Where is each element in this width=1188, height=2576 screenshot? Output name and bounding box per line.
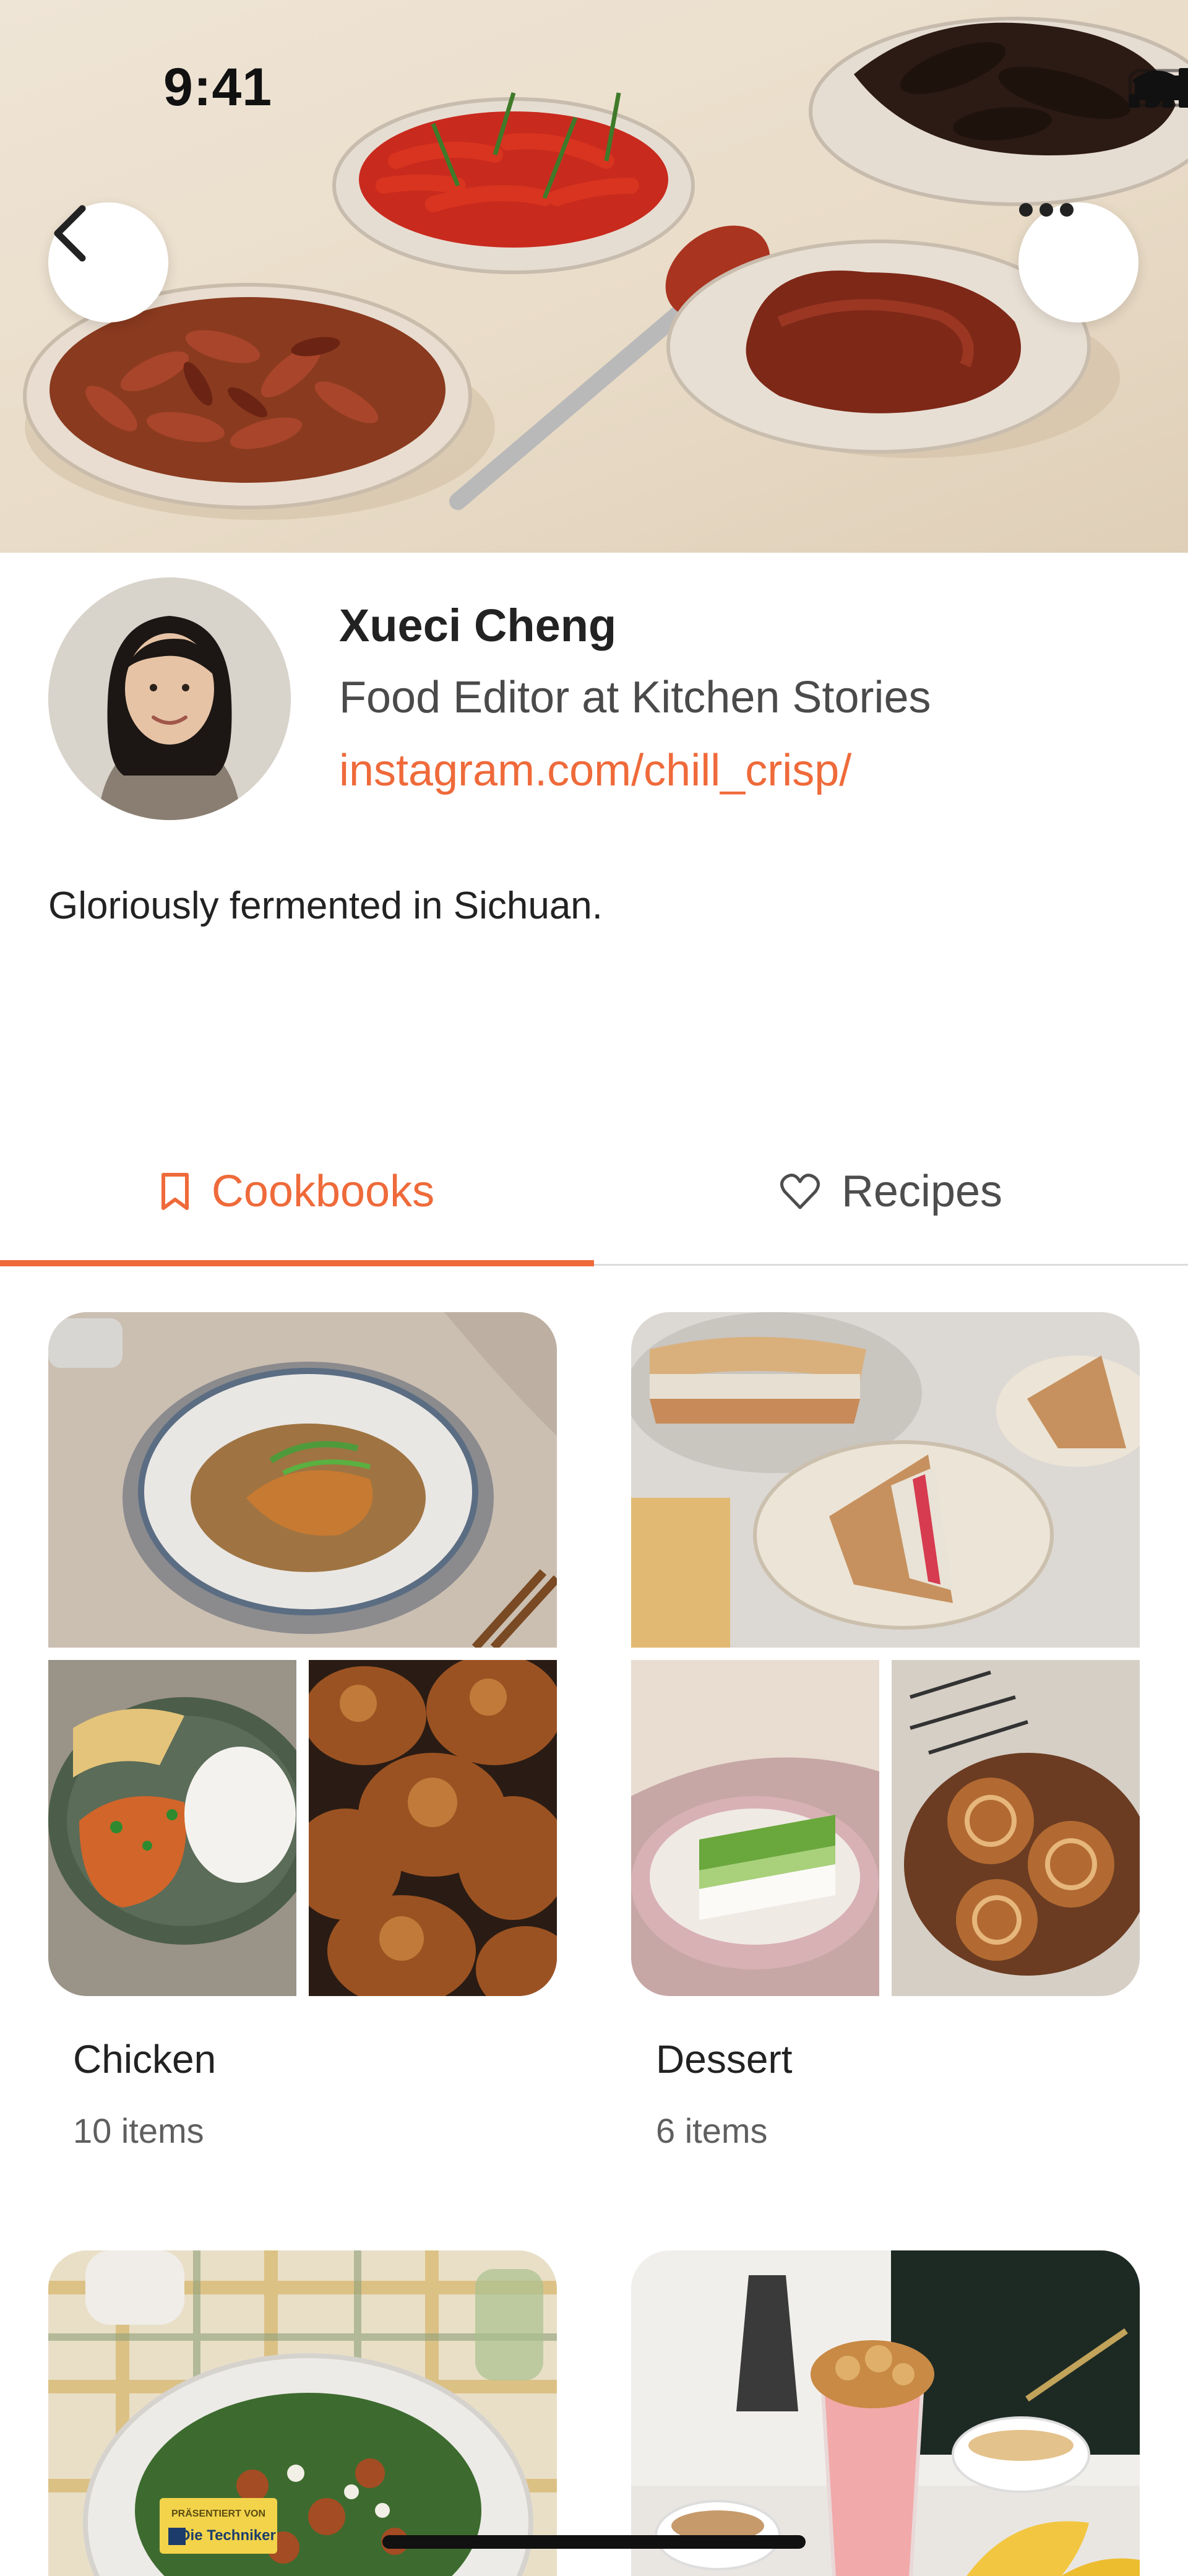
more-options-button[interactable] — [1018, 202, 1138, 322]
hero-image: 9:41 — [0, 0, 1188, 553]
avatar — [48, 577, 291, 820]
cookbook-image — [631, 1660, 879, 1996]
avatar-portrait — [48, 577, 291, 820]
cookbook-image — [48, 1312, 557, 1648]
back-button[interactable] — [48, 202, 168, 322]
chevron-left-icon — [54, 205, 86, 262]
cookbook-image — [892, 1660, 1140, 1996]
sponsor-badge-line1: PRÄSENTIERT VON — [171, 2508, 265, 2519]
cookbook-card-smoothie[interactable] — [631, 2250, 1140, 2576]
profile-name: Xueci Cheng — [339, 600, 617, 651]
cookbook-image — [309, 1660, 557, 1996]
ellipsis-icon — [1019, 203, 1074, 217]
cookbook-card-salad[interactable]: PRÄSENTIERT VON Die Techniker — [48, 2250, 557, 2576]
bookmark-icon — [161, 1173, 189, 1210]
profile-role: Food Editor at Kitchen Stories — [339, 673, 931, 722]
cookbook-image — [48, 1660, 296, 1996]
cookbook-item-count: 10 items — [73, 2111, 204, 2150]
tab-cookbooks-label: Cookbooks — [211, 1167, 435, 1216]
cookbook-card-dessert[interactable]: Dessert 6 items — [631, 1312, 1140, 2150]
cookbook-item-count: 6 items — [656, 2111, 768, 2150]
heart-icon — [780, 1173, 820, 1209]
status-time: 9:41 — [163, 58, 273, 117]
profile-instagram-link[interactable]: instagram.com/chill_crisp/ — [339, 745, 851, 796]
tab-recipes-label: Recipes — [841, 1167, 1003, 1216]
tab-recipes[interactable]: Recipes — [594, 1117, 1188, 1266]
battery-icon — [1129, 69, 1188, 107]
sponsor-badge-bg — [160, 2498, 277, 2554]
sponsor-badge-line2: Die Techniker — [179, 2527, 276, 2544]
cookbook-title: Chicken — [73, 2037, 217, 2081]
home-indicator — [382, 2535, 806, 2549]
cookbook-image — [631, 1312, 1140, 1648]
active-tab-indicator — [0, 1260, 594, 1266]
profile-bio: Gloriously fermented in Sichuan. — [48, 884, 603, 927]
tab-cookbooks[interactable]: Cookbooks — [0, 1117, 594, 1266]
cookbook-title: Dessert — [656, 2037, 793, 2081]
cookbook-collage — [48, 1312, 557, 1996]
profile-tabs: Cookbooks Recipes — [0, 1117, 1188, 1266]
cookbook-collage — [631, 1312, 1140, 1996]
cookbook-image — [631, 2250, 1140, 2576]
cookbook-card-chicken[interactable]: Chicken 10 items — [48, 1312, 557, 2150]
cookbook-image: PRÄSENTIERT VON Die Techniker — [48, 2250, 557, 2576]
